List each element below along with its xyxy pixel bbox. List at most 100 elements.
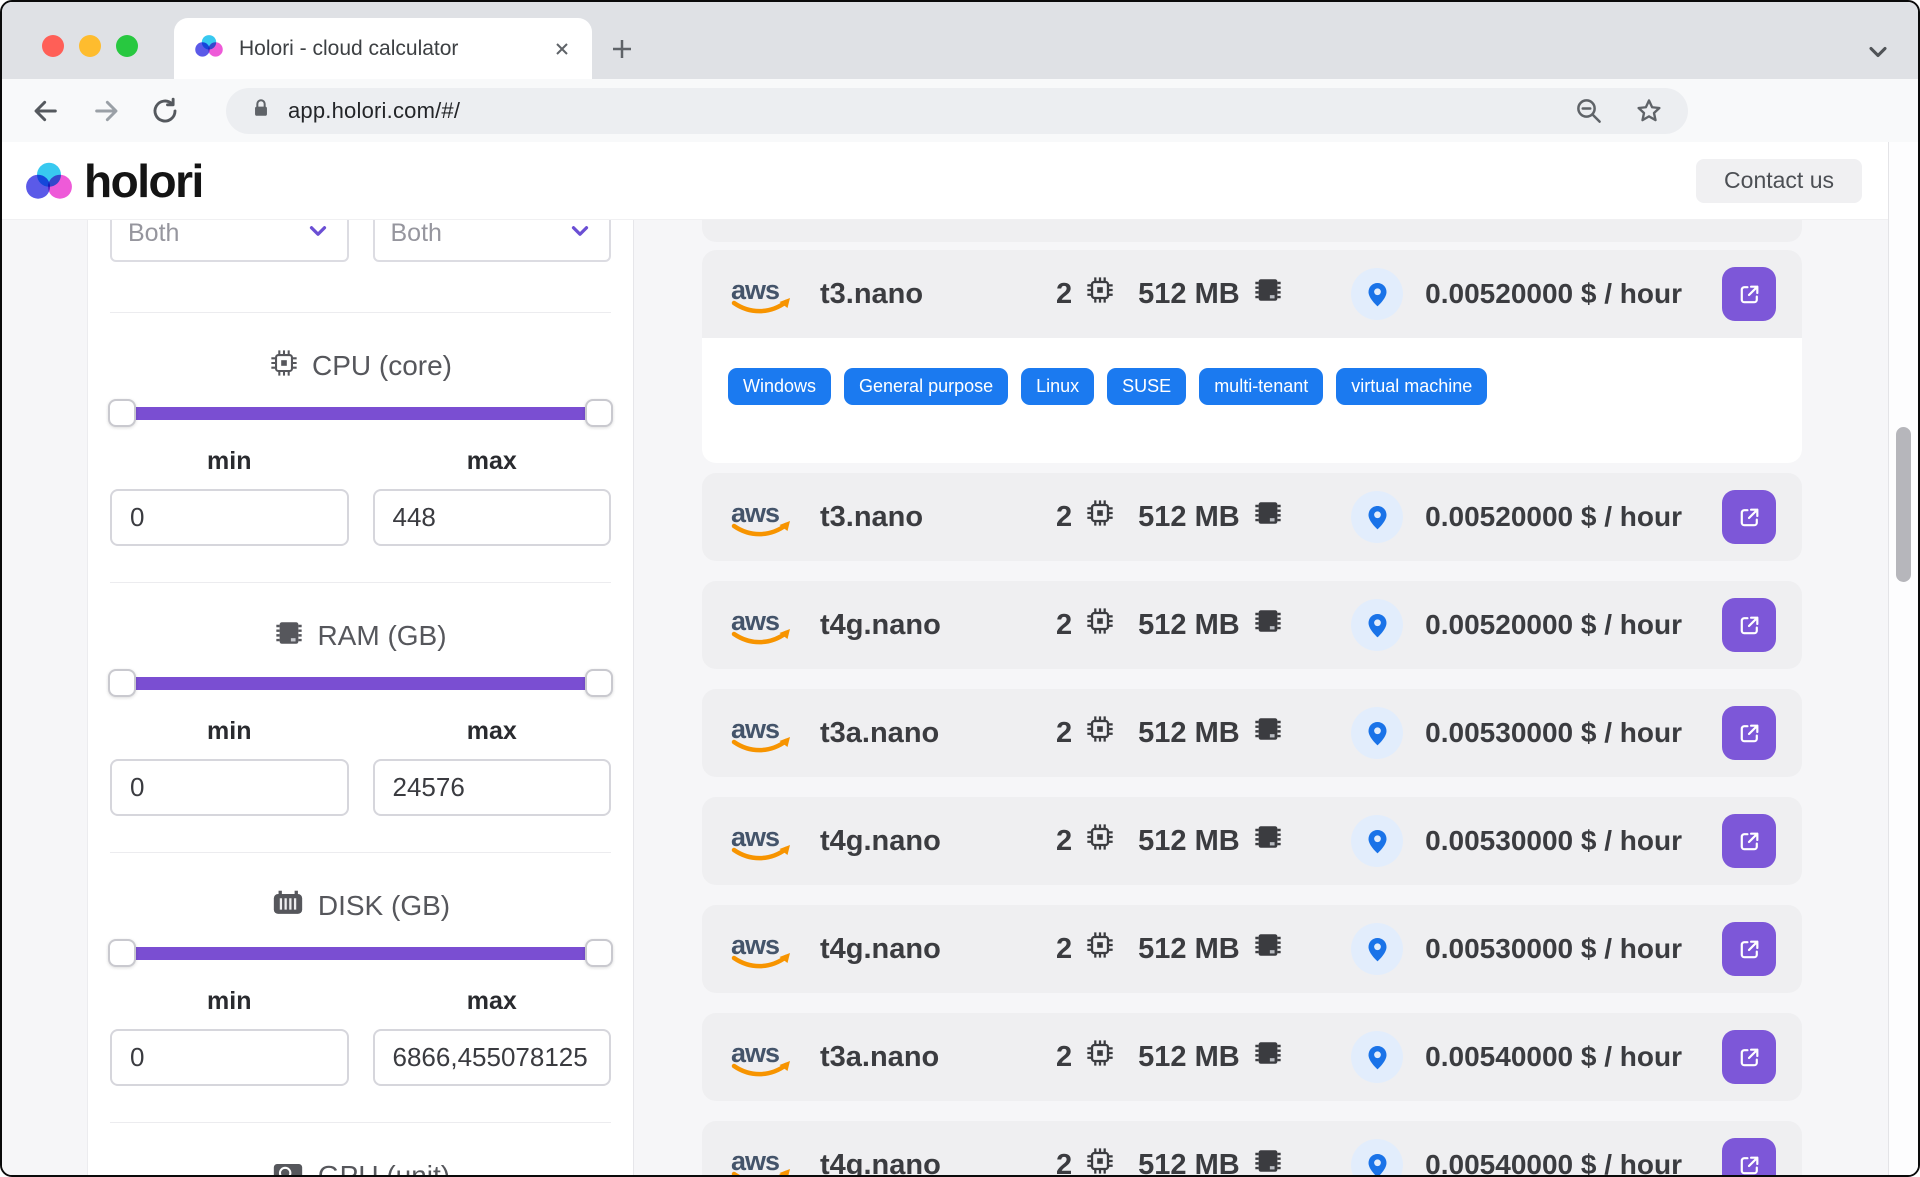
- min-input[interactable]: [110, 489, 349, 546]
- range-inputs: [110, 759, 611, 816]
- ram-value: 512 MB: [1138, 824, 1240, 857]
- range-slider[interactable]: [108, 939, 613, 967]
- close-window-button[interactable]: [42, 35, 64, 57]
- chevron-down-icon: [305, 220, 331, 249]
- location-pin-icon[interactable]: [1351, 1139, 1404, 1175]
- instance-name: t3.nano: [820, 277, 924, 310]
- range-inputs: [110, 1029, 611, 1086]
- tab-close-icon[interactable]: [552, 39, 572, 59]
- slider-handle-min[interactable]: [108, 399, 136, 427]
- slider-handle-max[interactable]: [585, 399, 613, 427]
- instance-row[interactable]: aws t4g.nano 2 512 MB: [702, 905, 1802, 993]
- filter-dropdown-2[interactable]: Both: [372, 220, 611, 262]
- cpu-count: 2: [1056, 932, 1073, 965]
- open-external-button[interactable]: [1722, 1138, 1776, 1175]
- location-pin-icon[interactable]: [1351, 491, 1404, 543]
- slider-handle-max[interactable]: [585, 939, 613, 967]
- aws-logo: aws: [728, 1144, 794, 1175]
- location-pin-icon[interactable]: [1351, 923, 1404, 975]
- instance-card: aws t3.nano 2 512 MB: [702, 250, 1802, 463]
- tag[interactable]: multi-tenant: [1199, 368, 1324, 405]
- zoom-out-icon[interactable]: [1574, 96, 1604, 126]
- tag[interactable]: General purpose: [844, 368, 1009, 405]
- cpu-count: 2: [1056, 824, 1073, 857]
- instance-specs: 2 512 MB: [1056, 930, 1283, 968]
- open-external-button[interactable]: [1722, 814, 1776, 868]
- slider-handle-min[interactable]: [108, 939, 136, 967]
- instance-row[interactable]: aws t4g.nano 2 512 MB: [702, 1121, 1802, 1175]
- ram-value: 512 MB: [1138, 716, 1240, 749]
- instance-specs: 2 512 MB: [1056, 1146, 1283, 1175]
- scrollbar-thumb[interactable]: [1896, 427, 1911, 582]
- tag[interactable]: Windows: [728, 368, 832, 405]
- disk-icon: [271, 888, 305, 925]
- range-slider[interactable]: [108, 669, 613, 697]
- open-external-button[interactable]: [1722, 1030, 1776, 1084]
- address-bar[interactable]: app.holori.com/#/: [226, 87, 1688, 134]
- bookmark-star-icon[interactable]: [1634, 96, 1664, 126]
- forward-icon[interactable]: [90, 95, 122, 127]
- ram-icon: [1253, 930, 1283, 968]
- location-pin-icon[interactable]: [1351, 1031, 1404, 1083]
- instance-row[interactable]: aws t3.nano 2 512 MB 0.00520000 $ / hour: [702, 473, 1802, 561]
- browser-tab[interactable]: Holori - cloud calculator: [174, 18, 592, 79]
- zoom-window-button[interactable]: [116, 35, 138, 57]
- range-slider[interactable]: [108, 399, 613, 427]
- slider-handle-max[interactable]: [585, 669, 613, 697]
- filter-section: GPU (unit): [110, 1158, 611, 1175]
- open-external-button[interactable]: [1722, 706, 1776, 760]
- max-input[interactable]: [372, 759, 611, 816]
- ram-icon: [1253, 714, 1283, 752]
- instance-row[interactable]: aws t4g.nano 2 512 MB: [702, 797, 1802, 885]
- contact-us-button[interactable]: Contact us: [1696, 158, 1862, 203]
- holori-logo-icon: [26, 162, 72, 199]
- minimize-window-button[interactable]: [79, 35, 101, 57]
- max-input[interactable]: [372, 1029, 611, 1086]
- gpu-icon: [271, 1158, 305, 1175]
- new-tab-icon[interactable]: [608, 35, 636, 63]
- aws-logo: aws: [728, 1036, 794, 1078]
- open-external-button[interactable]: [1722, 922, 1776, 976]
- tag[interactable]: SUSE: [1107, 368, 1187, 405]
- slider-track: [120, 677, 601, 690]
- instance-card: aws t4g.nano 2 512 MB: [702, 797, 1802, 885]
- max-label: max: [466, 717, 517, 745]
- instance-row[interactable]: aws t3.nano 2 512 MB 0.00520000 $ / hour: [702, 250, 1802, 338]
- open-external-button[interactable]: [1722, 490, 1776, 544]
- tab-strip: Holori - cloud calculator: [2, 2, 1918, 79]
- list-item-partial[interactable]: [702, 220, 1802, 242]
- price: 0.00540000 $ / hour: [1425, 1041, 1682, 1072]
- instance-row[interactable]: aws t3a.nano 2 512 MB: [702, 689, 1802, 777]
- location-pin-icon[interactable]: [1351, 815, 1404, 867]
- row-right: 0.00530000 $ / hour: [1351, 706, 1776, 760]
- tab-search-chevron-icon[interactable]: [1864, 38, 1892, 66]
- filter-section: DISK (GB) min max: [108, 888, 613, 1123]
- tag[interactable]: Linux: [1021, 368, 1095, 405]
- location-pin-icon[interactable]: [1351, 599, 1404, 651]
- max-input[interactable]: [372, 489, 611, 546]
- filter-dropdown-1[interactable]: Both: [110, 220, 349, 262]
- row-right: 0.00520000 $ / hour: [1351, 598, 1776, 652]
- tag[interactable]: virtual machine: [1336, 368, 1488, 405]
- location-pin-icon[interactable]: [1351, 707, 1404, 759]
- back-icon[interactable]: [30, 95, 62, 127]
- instance-specs: 2 512 MB: [1056, 1038, 1283, 1076]
- min-input[interactable]: [110, 1029, 349, 1086]
- slider-track: [120, 947, 601, 960]
- min-input[interactable]: [110, 759, 349, 816]
- filter-section-title: CPU (core): [110, 349, 611, 383]
- minmax-labels: min max: [110, 717, 611, 747]
- open-external-button[interactable]: [1722, 267, 1776, 321]
- filter-section: RAM (GB) min max: [108, 619, 613, 853]
- instance-row[interactable]: aws t4g.nano 2 512 MB: [702, 581, 1802, 669]
- open-external-button[interactable]: [1722, 598, 1776, 652]
- instance-row[interactable]: aws t3a.nano 2 512 MB: [702, 1013, 1802, 1101]
- results-list: aws t3.nano 2 512 MB 0.00520000 $ / hour…: [702, 220, 1802, 1175]
- reload-icon[interactable]: [150, 96, 180, 126]
- cpu-count: 2: [1056, 500, 1073, 533]
- holori-logo[interactable]: holori: [24, 154, 204, 208]
- instance-name: t3a.nano: [820, 716, 940, 749]
- location-pin-icon[interactable]: [1351, 268, 1404, 320]
- slider-handle-min[interactable]: [108, 669, 136, 697]
- ram-value: 512 MB: [1138, 500, 1240, 533]
